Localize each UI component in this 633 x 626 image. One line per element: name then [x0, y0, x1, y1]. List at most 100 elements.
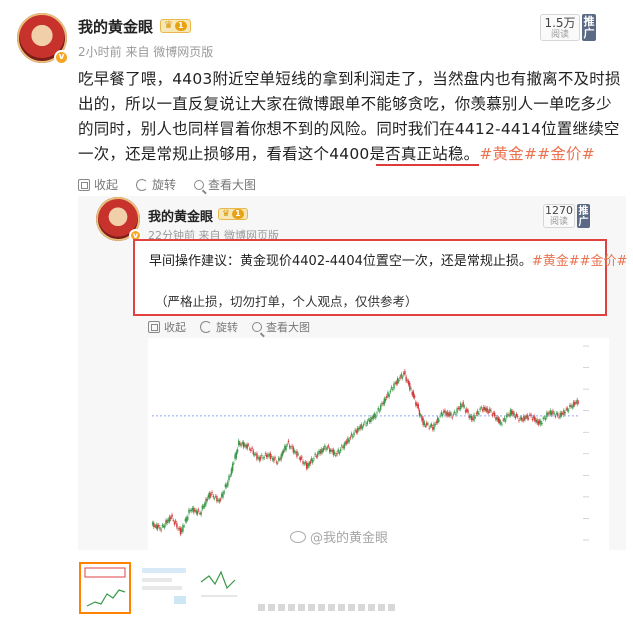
candle-body [337, 449, 339, 452]
candle-body [445, 412, 447, 416]
candle-body [492, 413, 495, 414]
image-thumbnail-3[interactable] [197, 562, 249, 614]
repost-rotate-label: 旋转 [200, 319, 238, 335]
candle-body [275, 461, 278, 463]
candle-body [221, 493, 223, 498]
candle-body [515, 413, 518, 416]
candle-body [182, 525, 184, 532]
author-name[interactable]: 我的黄金眼 [78, 16, 153, 37]
candle-body [559, 412, 561, 418]
candle-body [455, 413, 457, 415]
candle-body [497, 417, 500, 422]
candle-body [216, 496, 218, 502]
candle-body [205, 498, 207, 505]
candle-body [308, 462, 310, 467]
candle-body [359, 426, 361, 430]
thumbnail-screen-icon [142, 568, 186, 604]
view-large-button[interactable]: 查看大图 [194, 176, 256, 193]
candle-body [184, 518, 187, 522]
candle-body [295, 452, 297, 454]
candle-body [253, 454, 256, 456]
candle-body [279, 458, 281, 460]
rotate-button[interactable]: 旋转 [136, 176, 176, 193]
candle-body [457, 407, 459, 409]
candle-body [370, 416, 372, 422]
candle-body [166, 520, 168, 523]
candle-body [428, 427, 430, 429]
candle-body [250, 449, 252, 452]
candle-body [358, 428, 360, 430]
candle-body [422, 418, 424, 426]
candle-body [526, 415, 529, 419]
candle-body [338, 451, 341, 454]
candle-body [400, 373, 402, 378]
candle-body [394, 382, 396, 384]
image-thumbnail-1[interactable] [79, 562, 131, 614]
candle-body [239, 442, 241, 445]
candle-body [477, 410, 479, 415]
candle-body [535, 419, 537, 422]
candle-body [278, 457, 280, 461]
candle-body [313, 458, 315, 460]
candle-body [493, 412, 496, 417]
candle-body [319, 450, 321, 455]
candle-body [212, 495, 214, 498]
candle-body [544, 418, 547, 420]
candle-body [540, 420, 542, 425]
candle-body [393, 383, 395, 389]
candle-body [415, 402, 417, 406]
candle-body [341, 445, 343, 447]
candle-body [456, 408, 458, 413]
candle-body [375, 415, 377, 419]
promote-button[interactable]: 推广 [582, 14, 596, 41]
candle-body [464, 410, 467, 413]
candle-body [518, 420, 520, 421]
candle-body [524, 417, 526, 420]
candle-body [495, 417, 497, 420]
crown-icon: ♛ [164, 20, 173, 31]
candle-body [376, 412, 378, 414]
rotate-icon [136, 178, 149, 191]
candle-body [176, 523, 178, 528]
candle-body [185, 517, 188, 522]
candle-body [483, 406, 485, 411]
candle-body [542, 417, 544, 420]
candle-body [485, 408, 487, 412]
watermark: @我的黄金眼 [290, 527, 388, 546]
candle-body [291, 445, 293, 447]
candle-body [200, 511, 202, 515]
candle-body [274, 457, 276, 459]
candle-body [392, 389, 394, 390]
candle-body [466, 408, 468, 412]
image-thumbnail-2[interactable] [138, 562, 190, 614]
candle-body [502, 419, 504, 421]
collapse-button[interactable]: 收起 [78, 176, 118, 193]
candle-body [441, 414, 444, 416]
candle-body [314, 453, 316, 456]
candle-body [207, 494, 210, 498]
hashtag-link[interactable]: #黄金##金价# [479, 145, 595, 163]
candle-body [410, 388, 412, 390]
candle-body [432, 426, 434, 430]
candle-body [194, 509, 196, 511]
candle-body [170, 517, 172, 520]
candle-body [436, 417, 439, 423]
candle-body [366, 421, 369, 425]
candle-body [261, 454, 263, 456]
candle-body [241, 442, 244, 444]
candle-body [231, 463, 234, 472]
candle-body [419, 414, 422, 416]
candle-body [318, 451, 320, 453]
candle-body [332, 449, 335, 455]
candle-body [272, 458, 274, 460]
candle-body [183, 525, 185, 527]
candle-body [255, 453, 257, 455]
candle-body [569, 405, 571, 408]
candle-body [426, 422, 428, 426]
candle-body [230, 468, 233, 475]
candle-body [418, 410, 421, 416]
candle-body [517, 415, 519, 417]
thumbnail-plot-icon [200, 570, 237, 597]
candle-body [449, 412, 451, 416]
candle-body [548, 412, 550, 414]
